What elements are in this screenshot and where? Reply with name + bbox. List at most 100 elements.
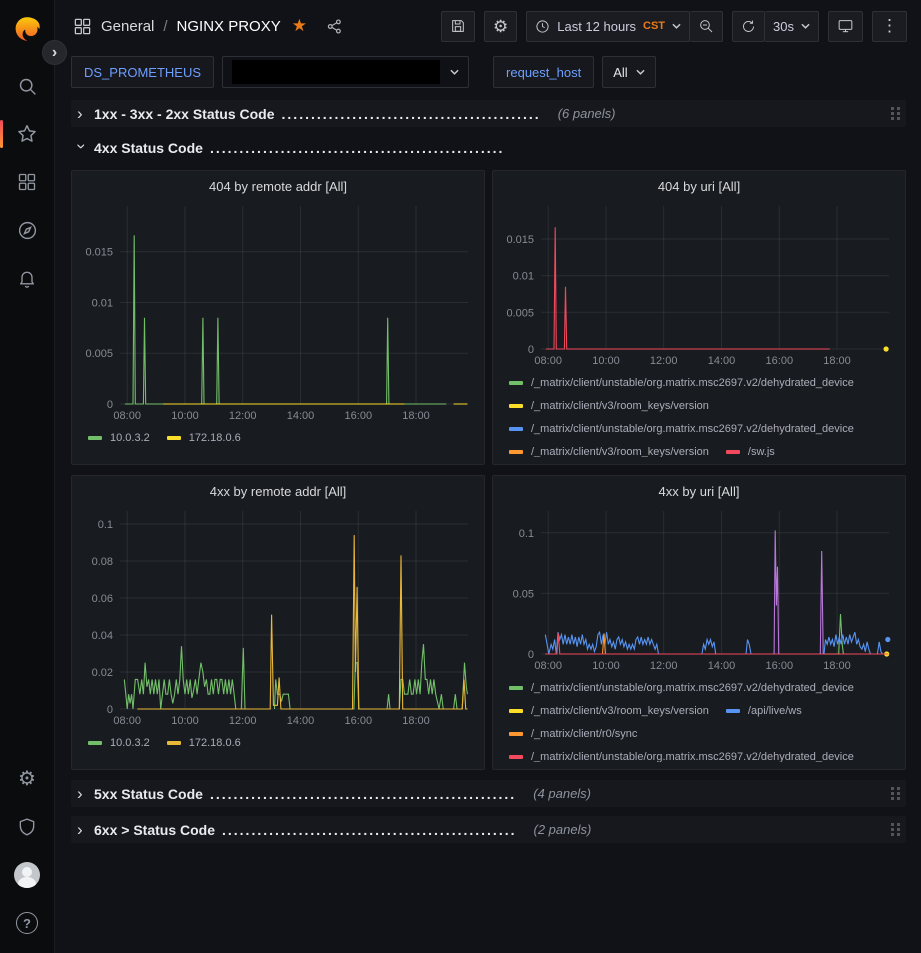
svg-text:12:00: 12:00	[229, 410, 257, 422]
svg-text:0.02: 0.02	[92, 667, 113, 679]
chart-canvas[interactable]: 08:0010:0012:0014:0016:0018:0000.0050.01…	[501, 199, 897, 369]
sidebar-item-search[interactable]	[0, 62, 55, 110]
share-button[interactable]	[326, 18, 343, 35]
legend-swatch	[509, 404, 523, 408]
row-drag-handle[interactable]	[889, 785, 902, 802]
variable-value: All	[613, 65, 627, 80]
save-dashboard-button[interactable]	[441, 11, 475, 42]
sidebar-item-explore[interactable]	[0, 206, 55, 254]
panel-legend: 10.0.3.2 172.18.0.6	[80, 424, 476, 448]
legend-item[interactable]: 10.0.3.2	[88, 733, 150, 753]
time-range-picker[interactable]: Last 12 hours CST	[526, 11, 690, 42]
chevron-right-icon: ›	[77, 105, 87, 122]
legend-label: /_matrix/client/unstable/org.matrix.msc2…	[531, 423, 854, 435]
sidebar-item-starred[interactable]	[0, 110, 55, 158]
legend-item[interactable]: /_matrix/client/unstable/org.matrix.msc2…	[509, 747, 854, 762]
bell-icon	[17, 268, 37, 289]
legend-swatch	[726, 709, 740, 713]
svg-text:08:00: 08:00	[534, 660, 562, 672]
sidebar-item-profile[interactable]	[0, 851, 55, 899]
svg-text:18:00: 18:00	[402, 715, 430, 727]
grafana-app: ›	[0, 0, 921, 953]
panel-title[interactable]: 4xx by uri [All]	[501, 479, 897, 504]
svg-text:16:00: 16:00	[345, 715, 373, 727]
row-drag-handle[interactable]	[889, 821, 902, 838]
legend-label: 10.0.3.2	[110, 432, 150, 444]
svg-text:0.05: 0.05	[513, 588, 534, 600]
legend-label: /_matrix/client/r0/sync	[531, 728, 637, 740]
svg-text:0.1: 0.1	[98, 519, 113, 531]
toolbar-right: ⚙ Last 12 hours CST	[432, 11, 907, 42]
legend-item[interactable]: 10.0.3.2	[88, 428, 150, 448]
svg-text:0.01: 0.01	[92, 298, 113, 310]
zoom-out-button[interactable]	[690, 11, 723, 42]
sidebar-expand-button[interactable]: ›	[42, 40, 67, 65]
svg-text:18:00: 18:00	[823, 355, 851, 367]
row-header-5xx[interactable]: › 5xx Status Code ......................…	[71, 780, 906, 807]
row-title: 1xx - 3xx - 2xx Status Code	[94, 106, 275, 122]
panel-404-by-uri: 404 by uri [All] 08:0010:0012:0014:0016:…	[492, 170, 906, 465]
row-drag-handle[interactable]	[889, 105, 902, 122]
legend-item[interactable]: /_matrix/client/unstable/org.matrix.msc2…	[509, 419, 854, 439]
svg-text:12:00: 12:00	[650, 660, 678, 672]
svg-text:0: 0	[528, 344, 534, 356]
row-panel-count: (4 panels)	[533, 786, 591, 801]
legend-swatch	[509, 427, 523, 431]
refresh-button[interactable]	[732, 11, 765, 42]
breadcrumb: General / NGINX PROXY ★	[73, 16, 343, 36]
more-menu-button[interactable]: ⋮	[872, 11, 907, 42]
variable-dropdown-request-host[interactable]: All	[602, 56, 655, 88]
legend-item[interactable]: /_matrix/client/v3/room_keys/version	[509, 701, 709, 721]
svg-text:08:00: 08:00	[113, 410, 141, 422]
share-icon	[326, 18, 343, 35]
row-header-1xx[interactable]: › 1xx - 3xx - 2xx Status Code ..........…	[71, 100, 906, 127]
favorite-star-icon[interactable]: ★	[292, 16, 307, 36]
main-area: General / NGINX PROXY ★	[55, 0, 921, 953]
legend-item[interactable]: 172.18.0.6	[167, 428, 241, 448]
legend-label: 10.0.3.2	[110, 737, 150, 749]
variable-dropdown-ds[interactable]	[222, 56, 469, 88]
refresh-interval-picker[interactable]: 30s	[765, 11, 819, 42]
legend-label: /_matrix/client/unstable/org.matrix.msc2…	[531, 377, 854, 389]
svg-text:14:00: 14:00	[708, 355, 736, 367]
legend-item[interactable]: /_matrix/client/r0/sync	[509, 724, 637, 744]
legend-item[interactable]: /_matrix/client/v3/room_keys/version	[509, 396, 709, 416]
refresh-group: 30s	[732, 11, 819, 42]
chart-canvas[interactable]: 08:0010:0012:0014:0016:0018:0000.020.040…	[80, 504, 476, 729]
svg-text:08:00: 08:00	[113, 715, 141, 727]
sidebar-item-server-admin[interactable]	[0, 803, 55, 851]
row-header-4xx[interactable]: › 4xx Status Code ......................…	[71, 134, 906, 161]
panel-4xx-by-uri: 4xx by uri [All] 08:0010:0012:0014:0016:…	[492, 475, 906, 770]
legend-label: /_matrix/client/unstable/org.matrix.msc2…	[531, 682, 854, 694]
svg-text:0.005: 0.005	[85, 348, 113, 360]
dashboard-settings-button[interactable]: ⚙	[484, 11, 517, 42]
tv-mode-button[interactable]	[828, 11, 863, 42]
chart-canvas[interactable]: 08:0010:0012:0014:0016:0018:0000.050.1	[501, 504, 897, 674]
legend-item[interactable]: 172.18.0.6	[167, 733, 241, 753]
svg-text:14:00: 14:00	[287, 410, 315, 422]
panel-title[interactable]: 404 by uri [All]	[501, 174, 897, 199]
sidebar-item-configuration[interactable]: ⚙	[0, 755, 55, 803]
breadcrumb-separator: /	[163, 18, 167, 35]
row-header-6xx[interactable]: › 6xx > Status Code ....................…	[71, 816, 906, 843]
save-icon	[450, 18, 466, 34]
legend-swatch	[88, 741, 102, 745]
sidebar-item-dashboards[interactable]	[0, 158, 55, 206]
legend-item[interactable]: /api/live/ws	[726, 701, 802, 721]
kebab-icon: ⋮	[881, 16, 898, 36]
legend-label: /_matrix/client/unstable/org.matrix.msc2…	[531, 751, 854, 762]
dashboard-title[interactable]: NGINX PROXY	[177, 18, 281, 35]
legend-swatch	[167, 741, 181, 745]
sidebar-item-alerting[interactable]	[0, 254, 55, 302]
chart-canvas[interactable]: 08:0010:0012:0014:0016:0018:0000.0050.01…	[80, 199, 476, 424]
panel-title[interactable]: 4xx by remote addr [All]	[80, 479, 476, 504]
legend-item[interactable]: /_matrix/client/v3/room_keys/version	[509, 442, 709, 457]
legend-item[interactable]: /_matrix/client/unstable/org.matrix.msc2…	[509, 678, 854, 698]
row-title: 6xx > Status Code	[94, 822, 215, 838]
legend-label: /sw.js	[748, 446, 775, 457]
legend-item[interactable]: /_matrix/client/unstable/org.matrix.msc2…	[509, 373, 854, 393]
legend-item[interactable]: /sw.js	[726, 442, 775, 457]
panel-title[interactable]: 404 by remote addr [All]	[80, 174, 476, 199]
sidebar-item-help[interactable]: ?	[0, 899, 55, 947]
breadcrumb-section[interactable]: General	[101, 18, 154, 35]
